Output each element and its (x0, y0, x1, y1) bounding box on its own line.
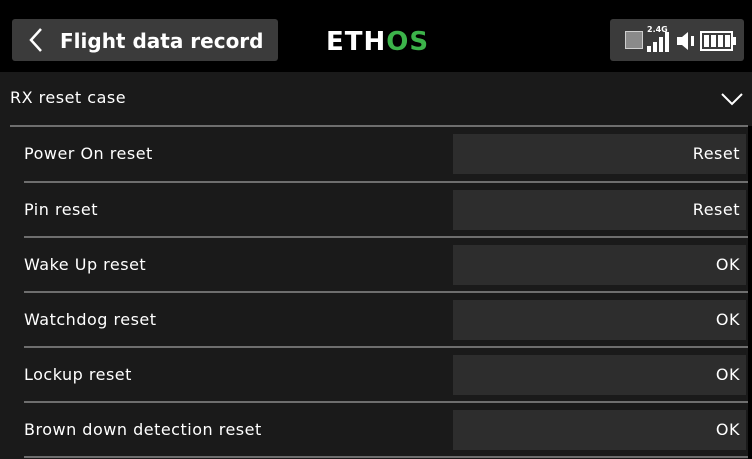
battery-icon (700, 31, 736, 51)
value-field: Reset (453, 134, 746, 174)
divider (24, 456, 748, 458)
list-item-pin-reset[interactable]: Pin reset Reset (0, 183, 752, 238)
value-text: OK (715, 255, 740, 274)
list-item-wake-up-reset[interactable]: Wake Up reset OK (0, 238, 752, 293)
list-item-watchdog-reset[interactable]: Watchdog reset OK (0, 293, 752, 348)
list-item-lockup-reset[interactable]: Lockup reset OK (0, 348, 752, 403)
value-text: OK (715, 420, 740, 439)
speaker-icon (677, 32, 694, 50)
value-text: OK (715, 310, 740, 329)
row-label: Power On reset (24, 144, 153, 163)
top-bar: Flight data record ETHOS 2.4G (0, 0, 752, 72)
back-button[interactable] (18, 22, 54, 58)
value-field: OK (453, 245, 746, 285)
page-title: Flight data record (60, 29, 264, 53)
signal-bars-icon (647, 32, 669, 52)
value-text: Reset (692, 144, 740, 163)
section-label: RX reset case (10, 88, 127, 107)
logo-text-green: OS (386, 27, 430, 57)
value-field: OK (453, 355, 746, 395)
ethos-logo: ETHOS (326, 27, 429, 57)
section-rx-reset-case[interactable]: RX reset case (0, 72, 752, 126)
row-label: Pin reset (24, 200, 98, 219)
chevron-down-icon[interactable] (720, 89, 744, 109)
chevron-left-icon (29, 28, 42, 52)
row-label: Watchdog reset (24, 310, 157, 329)
value-field: OK (453, 410, 746, 450)
row-label: Wake Up reset (24, 255, 147, 274)
row-label: Brown down detection reset (24, 420, 262, 439)
value-text: OK (715, 365, 740, 384)
list-item-power-on-reset[interactable]: Power On reset Reset (0, 127, 752, 182)
sd-card-icon (625, 31, 643, 49)
value-field: OK (453, 300, 746, 340)
row-label: Lockup reset (24, 365, 132, 384)
logo-text-white: ETH (326, 27, 387, 57)
list-item-brown-down-detection-reset[interactable]: Brown down detection reset OK (0, 403, 752, 458)
value-field: Reset (453, 190, 746, 230)
value-text: Reset (692, 200, 740, 219)
